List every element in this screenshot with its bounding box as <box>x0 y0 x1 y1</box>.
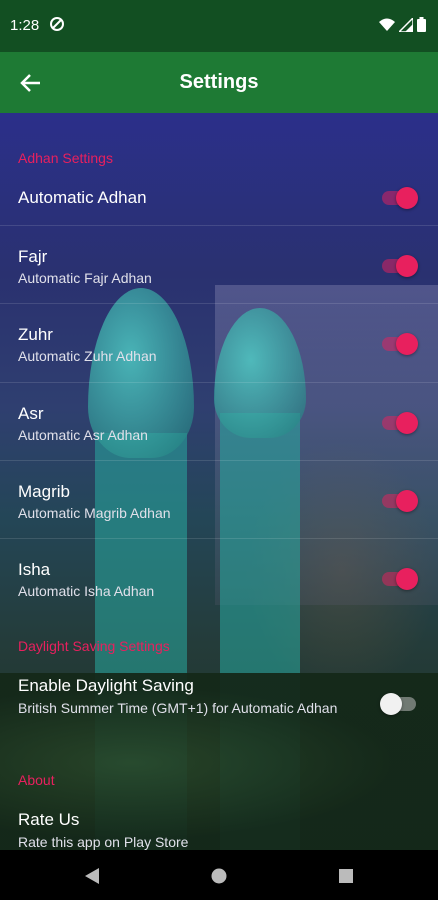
pref-summary: Automatic Zuhr Adhan <box>18 348 157 364</box>
pref-summary: Automatic Magrib Adhan <box>18 505 171 521</box>
do-not-disturb-icon <box>50 17 64 31</box>
toggle-asr[interactable] <box>380 412 418 434</box>
section-header-about: About <box>18 772 55 788</box>
pref-title: Fajr <box>18 247 48 266</box>
signal-icon <box>399 17 413 32</box>
pref-summary: Automatic Isha Adhan <box>18 583 155 599</box>
pref-title: Magrib <box>18 482 70 501</box>
pref-zuhr[interactable]: Zuhr Automatic Zuhr Adhan <box>0 304 438 382</box>
toggle-isha[interactable] <box>380 568 418 590</box>
wifi-icon <box>379 18 395 31</box>
toggle-zuhr[interactable] <box>380 333 418 355</box>
pref-title: Isha <box>18 560 51 579</box>
pref-summary: Rate this app on Play Store <box>18 834 189 850</box>
settings-list[interactable]: Adhan Settings Automatic Adhan Fajr Auto… <box>0 113 438 850</box>
pref-title: Rate Us <box>18 810 80 829</box>
pref-title: Automatic Adhan <box>18 188 147 207</box>
nav-home-icon[interactable] <box>210 867 228 885</box>
status-bar: 1:28 <box>0 0 438 52</box>
status-time: 1:28 <box>10 17 40 34</box>
battery-icon <box>417 17 426 32</box>
page-title: Settings <box>179 71 259 93</box>
pref-automatic-adhan[interactable]: Automatic Adhan <box>0 175 438 225</box>
toggle-automatic-adhan[interactable] <box>380 187 418 209</box>
section-header-daylight-saving: Daylight Saving Settings <box>18 638 170 654</box>
pref-daylight-saving[interactable]: Enable Daylight Saving British Summer Ti… <box>0 663 438 743</box>
system-nav-bar <box>0 850 438 900</box>
pref-title: Zuhr <box>18 325 53 344</box>
pref-summary: Automatic Fajr Adhan <box>18 270 152 286</box>
pref-summary: Automatic Asr Adhan <box>18 427 148 443</box>
pref-rate-us[interactable]: Rate Us Rate this app on Play Store <box>0 797 438 850</box>
app-bar: Settings <box>0 52 438 113</box>
pref-title: Asr <box>18 404 44 423</box>
section-header-adhan: Adhan Settings <box>18 150 113 166</box>
toggle-daylight-saving[interactable] <box>380 693 418 715</box>
nav-recents-icon[interactable] <box>337 867 355 885</box>
nav-back-icon[interactable] <box>83 867 101 885</box>
toggle-fajr[interactable] <box>380 255 418 277</box>
pref-title: Enable Daylight Saving <box>18 676 194 695</box>
pref-asr[interactable]: Asr Automatic Asr Adhan <box>0 383 438 461</box>
pref-magrib[interactable]: Magrib Automatic Magrib Adhan <box>0 461 438 539</box>
pref-fajr[interactable]: Fajr Automatic Fajr Adhan <box>0 226 438 304</box>
toggle-magrib[interactable] <box>380 490 418 512</box>
pref-summary: British Summer Time (GMT+1) for Automati… <box>18 700 338 716</box>
pref-isha[interactable]: Isha Automatic Isha Adhan <box>0 539 438 617</box>
